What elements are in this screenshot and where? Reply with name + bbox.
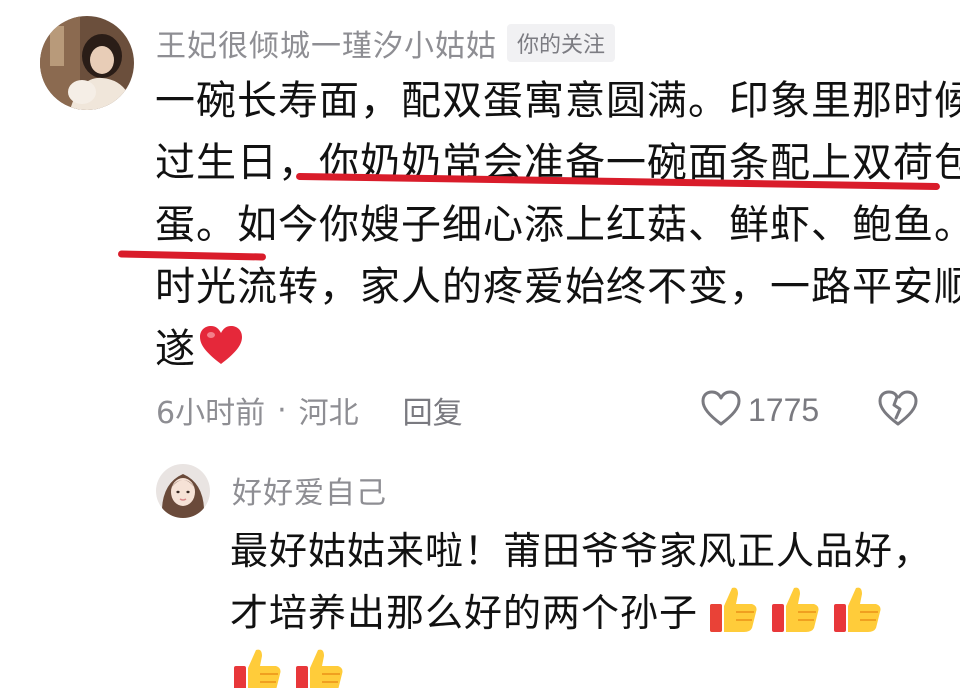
comment-line: 时光流转，家人的疼爱始终不变，一路平安顺 <box>155 264 960 310</box>
reply-line-with-emoji: 才培养出那么好的两个孙子 <box>230 582 950 644</box>
thumbs-up-emoji <box>706 582 760 636</box>
comment-line-text: 遂 <box>155 326 196 372</box>
reply-avatar[interactable] <box>156 464 210 518</box>
meta-separator: · <box>277 392 287 428</box>
thumbs-up-emoji <box>292 644 346 688</box>
thumbs-up-emoji <box>230 644 284 688</box>
comment-header: 王妃很倾城一瑾汐小姑姑 你的关注 <box>156 20 616 66</box>
comment-line: 一碗长寿面，配双蛋寓意圆满。印象里那时候 <box>155 78 960 124</box>
comment-location: 河北 <box>298 396 359 431</box>
follow-badge: 你的关注 <box>507 24 616 62</box>
reply-line: 最好姑姑来啦！莆田爷爷家风正人品好， <box>230 529 933 573</box>
reply-emoji-line <box>222 644 950 688</box>
thumbs-up-emoji <box>830 582 884 636</box>
like-count: 1775 <box>748 391 820 428</box>
commenter-avatar[interactable] <box>40 16 134 110</box>
dislike-button[interactable] <box>876 388 920 432</box>
like-button[interactable]: 1775 <box>700 388 819 432</box>
commenter-name[interactable]: 王妃很倾城一瑾汐小姑姑 <box>156 21 497 65</box>
comment-thread: 王妃很倾城一瑾汐小姑姑 你的关注 一碗长寿面，配双蛋寓意圆满。印象里那时候 过生… <box>0 0 960 688</box>
comment-meta: 6小时前 · 河北 回复 <box>156 388 463 432</box>
heart-emoji <box>198 322 244 384</box>
comment-time: 6小时前 <box>156 396 266 431</box>
comment-line: 蛋。如今你嫂子细心添上红菇、鲜虾、鲍鱼。 <box>155 202 960 248</box>
heart-outline-icon <box>700 389 742 431</box>
reply-line-text: 才培养出那么好的两个孙子 <box>230 591 699 635</box>
reply-button[interactable]: 回复 <box>403 388 463 432</box>
thumbs-up-emoji <box>768 582 822 636</box>
comment-text: 一碗长寿面，配双蛋寓意圆满。印象里那时候 过生日，你奶奶常会准备一碗面条配上双荷… <box>155 70 960 380</box>
reply-author-name[interactable]: 好好爱自己 <box>232 468 387 512</box>
comment-line-last: 遂 <box>155 318 945 380</box>
broken-heart-icon <box>876 390 920 432</box>
reply-text: 最好姑姑来啦！莆田爷爷家风正人品好， 才培养出那么好的两个孙子 <box>230 520 950 688</box>
